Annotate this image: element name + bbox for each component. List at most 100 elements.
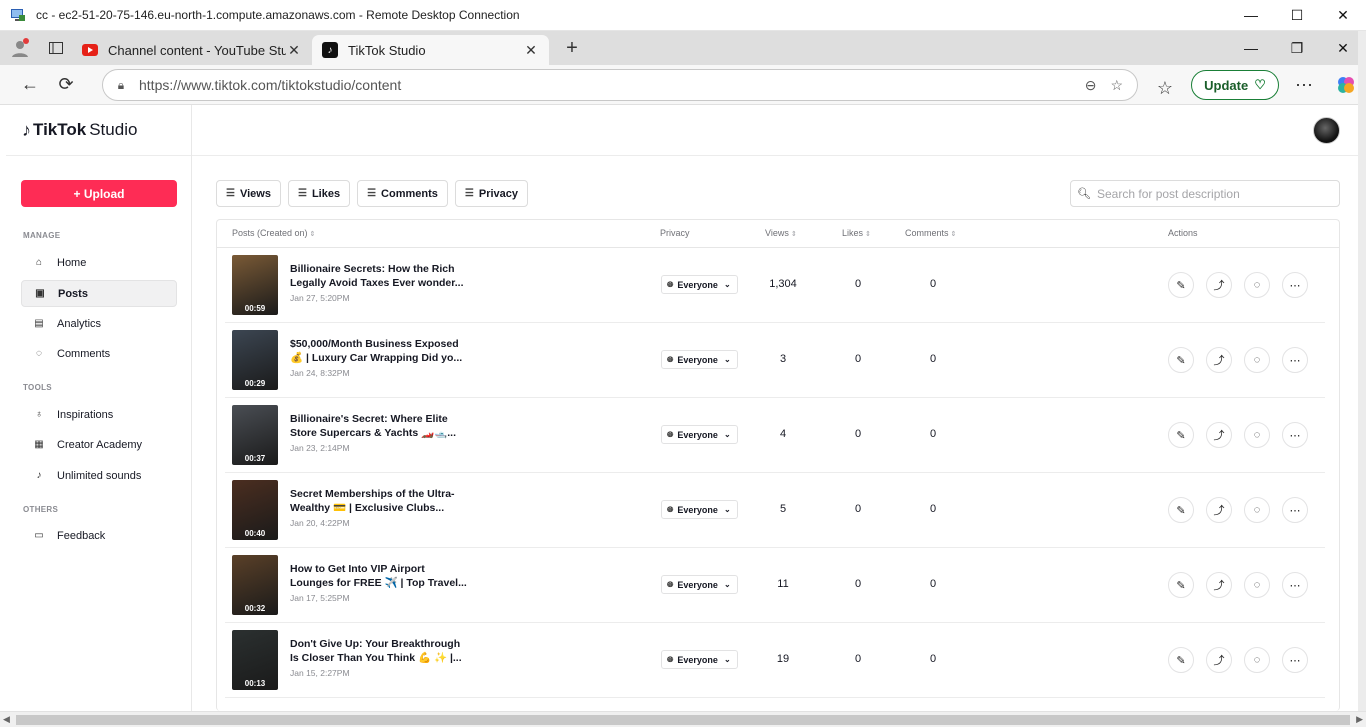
- back-arrow-icon[interactable]: ←: [12, 69, 48, 101]
- rdp-minimize-button[interactable]: —: [1228, 0, 1274, 31]
- video-thumbnail[interactable]: 00:37: [232, 405, 278, 465]
- share-icon[interactable]: ⤴: [1206, 272, 1232, 298]
- edit-icon[interactable]: ✎: [1168, 272, 1194, 298]
- more-options-icon[interactable]: ⋯: [1282, 422, 1308, 448]
- video-thumbnail[interactable]: 00:29: [232, 330, 278, 390]
- column-header-posts[interactable]: Posts (Created on) ⇕: [232, 228, 315, 238]
- search-icon: 🔍︎: [1077, 188, 1091, 200]
- sidebar-item-posts[interactable]: ▣ Posts: [21, 280, 177, 307]
- column-header-views[interactable]: Views ⇕: [765, 228, 797, 238]
- more-menu-icon[interactable]: ⋯: [1286, 69, 1322, 101]
- video-thumbnail[interactable]: 00:32: [232, 555, 278, 615]
- table-row[interactable]: 00:29 $50,000/Month Business Exposed 💰 |…: [225, 323, 1325, 398]
- privacy-select[interactable]: 🌐︎ Everyone ⌄: [661, 500, 738, 519]
- edit-icon[interactable]: ✎: [1168, 497, 1194, 523]
- edit-icon[interactable]: ✎: [1168, 347, 1194, 373]
- refresh-icon[interactable]: ⟳: [48, 69, 84, 101]
- avatar[interactable]: [1313, 117, 1340, 144]
- sidebar-item-analytics[interactable]: ▤ Analytics: [21, 310, 177, 337]
- sidebar-item-home[interactable]: ⌂ Home: [21, 249, 177, 276]
- video-thumbnail[interactable]: 00:59: [232, 255, 278, 315]
- privacy-select[interactable]: 🌐︎ Everyone ⌄: [661, 275, 738, 294]
- table-row[interactable]: 00:40 Secret Memberships of the Ultra-We…: [225, 473, 1325, 548]
- new-tab-button[interactable]: +: [557, 37, 587, 60]
- favorite-star-icon[interactable]: ☆: [1110, 77, 1123, 94]
- scroll-right-icon[interactable]: ▶: [1356, 714, 1363, 725]
- post-title[interactable]: $50,000/Month Business Exposed 💰 | Luxur…: [290, 337, 470, 365]
- tab-close-icon[interactable]: ✕: [523, 42, 539, 59]
- comment-icon[interactable]: ◌: [1244, 647, 1270, 673]
- edit-icon[interactable]: ✎: [1168, 572, 1194, 598]
- post-title[interactable]: Don't Give Up: Your Breakthrough Is Clos…: [290, 637, 470, 665]
- post-title[interactable]: How to Get Into VIP Airport Lounges for …: [290, 562, 470, 590]
- tiktok-studio-logo[interactable]: ♪ TikTok Studio: [6, 105, 191, 156]
- browser-restore-button[interactable]: ❐: [1274, 33, 1320, 64]
- filter-likes-button[interactable]: ☰ Likes: [287, 180, 351, 207]
- post-title[interactable]: Billionaire Secrets: How the Rich Legall…: [290, 262, 470, 290]
- filter-privacy-button[interactable]: ☰ Privacy: [454, 180, 529, 207]
- url-text[interactable]: https://www.tiktok.com/tiktokstudio/cont…: [139, 77, 1085, 93]
- likes-count: 0: [854, 653, 862, 665]
- share-icon[interactable]: ⤴: [1206, 572, 1232, 598]
- column-header-comments[interactable]: Comments ⇕: [905, 228, 956, 238]
- globe-icon: 🌐︎: [667, 504, 674, 514]
- comment-icon[interactable]: ◌: [1244, 272, 1270, 298]
- table-row[interactable]: 00:37 Billionaire's Secret: Where Elite …: [225, 398, 1325, 473]
- more-options-icon[interactable]: ⋯: [1282, 347, 1308, 373]
- table-row[interactable]: 00:13 Don't Give Up: Your Breakthrough I…: [225, 623, 1325, 698]
- filter-comments-button[interactable]: ☰ Comments: [357, 180, 448, 207]
- comment-icon[interactable]: ◌: [1244, 572, 1270, 598]
- privacy-select[interactable]: 🌐︎ Everyone ⌄: [661, 350, 738, 369]
- share-icon[interactable]: ⤴: [1206, 347, 1232, 373]
- address-bar[interactable]: 🔒︎ https://www.tiktok.com/tiktokstudio/c…: [102, 69, 1138, 101]
- post-title[interactable]: Billionaire's Secret: Where Elite Store …: [290, 412, 470, 440]
- tab-youtube-studio[interactable]: Channel content - YouTube Studio ✕: [72, 35, 312, 65]
- table-row[interactable]: 00:32 How to Get Into VIP Airport Lounge…: [225, 548, 1325, 623]
- tab-actions-icon[interactable]: [40, 32, 72, 64]
- search-input[interactable]: 🔍︎ Search for post description: [1070, 180, 1340, 207]
- edit-icon[interactable]: ✎: [1168, 647, 1194, 673]
- filter-bar: ☰ Views ☰ Likes ☰ Comments ☰ Privacy: [216, 180, 529, 207]
- share-icon[interactable]: ⤴: [1206, 497, 1232, 523]
- sidebar-item-inspirations[interactable]: ♁ Inspirations: [21, 401, 177, 428]
- youtube-icon: [82, 44, 98, 56]
- horizontal-scrollbar[interactable]: ◀ ▶: [0, 711, 1366, 727]
- rdp-close-button[interactable]: ✕: [1320, 0, 1366, 31]
- more-options-icon[interactable]: ⋯: [1282, 497, 1308, 523]
- comment-icon[interactable]: ◌: [1244, 347, 1270, 373]
- browser-minimize-button[interactable]: —: [1228, 33, 1274, 64]
- tab-tiktok-studio[interactable]: ♪ TikTok Studio ✕: [312, 35, 549, 65]
- sidebar-item-feedback[interactable]: ▭ Feedback: [21, 522, 177, 549]
- favorites-icon[interactable]: ☆: [1150, 72, 1180, 104]
- scrollbar-thumb[interactable]: [16, 715, 1350, 725]
- tab-close-icon[interactable]: ✕: [286, 42, 302, 59]
- share-icon[interactable]: ⤴: [1206, 647, 1232, 673]
- zoom-out-icon[interactable]: ⊖: [1085, 77, 1097, 94]
- column-header-likes[interactable]: Likes ⇕: [842, 228, 871, 238]
- post-title[interactable]: Secret Memberships of the Ultra-Wealthy …: [290, 487, 470, 515]
- update-button[interactable]: Update ♡: [1191, 70, 1279, 100]
- filter-icon: ☰: [464, 188, 474, 199]
- more-options-icon[interactable]: ⋯: [1282, 647, 1308, 673]
- sidebar-item-unlimited-sounds[interactable]: ♪ Unlimited sounds: [21, 462, 177, 489]
- sidebar-item-comments[interactable]: ◌ Comments: [21, 340, 177, 367]
- scroll-left-icon[interactable]: ◀: [3, 714, 10, 725]
- video-thumbnail[interactable]: 00:40: [232, 480, 278, 540]
- privacy-select[interactable]: 🌐︎ Everyone ⌄: [661, 650, 738, 669]
- table-row[interactable]: 00:59 Billionaire Secrets: How the Rich …: [225, 248, 1325, 323]
- vertical-scrollbar[interactable]: [1358, 31, 1366, 711]
- rdp-maximize-button[interactable]: ☐: [1274, 0, 1320, 31]
- filter-views-button[interactable]: ☰ Views: [216, 180, 281, 207]
- comment-icon[interactable]: ◌: [1244, 422, 1270, 448]
- video-thumbnail[interactable]: 00:13: [232, 630, 278, 690]
- upload-button[interactable]: + Upload: [21, 180, 177, 207]
- sidebar-item-creator-academy[interactable]: ▦ Creator Academy: [21, 431, 177, 458]
- more-options-icon[interactable]: ⋯: [1282, 272, 1308, 298]
- more-options-icon[interactable]: ⋯: [1282, 572, 1308, 598]
- share-icon[interactable]: ⤴: [1206, 422, 1232, 448]
- comment-icon[interactable]: ◌: [1244, 497, 1270, 523]
- profile-icon[interactable]: [0, 32, 40, 64]
- privacy-select[interactable]: 🌐︎ Everyone ⌄: [661, 425, 738, 444]
- edit-icon[interactable]: ✎: [1168, 422, 1194, 448]
- privacy-select[interactable]: 🌐︎ Everyone ⌄: [661, 575, 738, 594]
